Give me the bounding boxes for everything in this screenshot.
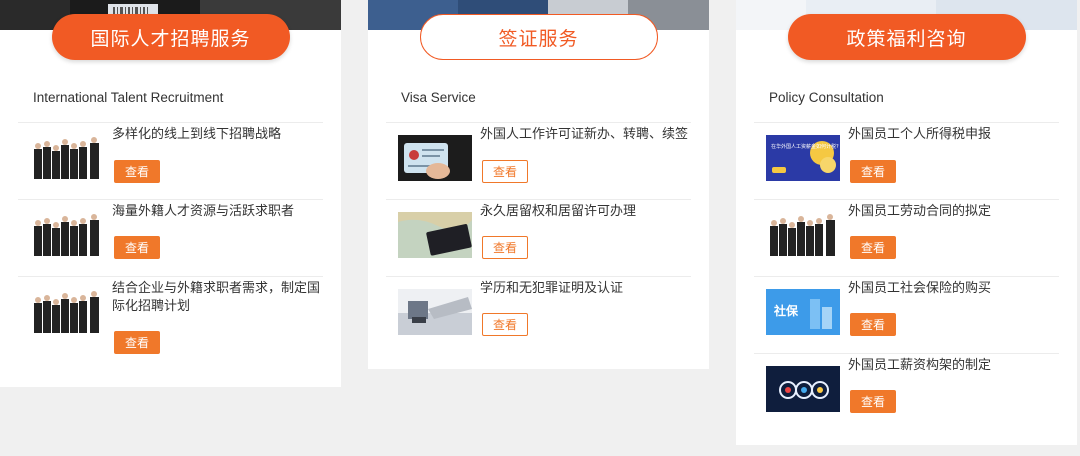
item-title: 外国员工劳动合同的拟定	[848, 204, 992, 219]
policy-subtitle: Policy Consultation	[769, 90, 884, 105]
list-item: 社保 外国员工社会保险的购买 查看	[754, 276, 1059, 353]
item-title: 外国员工个人所得税申报	[848, 127, 992, 142]
item-title: 外国员工社会保险的购买	[848, 281, 992, 296]
item-title: 结合企业与外籍求职者需求，制定国际化招聘计划	[112, 281, 321, 314]
list-item: 外国人工作许可证新办、转聘、续签 查看	[386, 122, 691, 199]
view-button[interactable]: 查看	[114, 331, 160, 354]
view-button[interactable]: 查看	[114, 160, 160, 183]
recruitment-title-pill[interactable]: 国际人才招聘服务	[51, 14, 290, 60]
view-button[interactable]: 查看	[114, 236, 160, 259]
social-insurance-graphic: 社保	[766, 289, 840, 335]
visa-title-pill[interactable]: 签证服务	[419, 14, 658, 60]
policy-title-pill[interactable]: 政策福利咨询	[787, 14, 1026, 60]
item-title: 多样化的线上到线下招聘战略	[112, 127, 282, 142]
team-photo	[766, 212, 840, 258]
list-item: 外国员工薪资构架的制定 查看	[754, 353, 1059, 430]
tax-thumb-text: 在华外国人工资薪金如何计税?	[771, 143, 839, 150]
item-title: 学历和无犯罪证明及认证	[480, 281, 624, 296]
view-button[interactable]: 查看	[482, 236, 528, 259]
team-photo	[30, 289, 104, 335]
recruitment-card: 国际人才招聘服务 International Talent Recruitmen…	[0, 0, 341, 387]
list-item: 在华外国人工资薪金如何计税? 外国员工个人所得税申报 查看	[754, 122, 1059, 199]
view-button[interactable]: 查看	[850, 313, 896, 336]
tax-graphic: 在华外国人工资薪金如何计税?	[766, 135, 840, 181]
social-insurance-thumb-text: 社保	[773, 303, 799, 318]
team-photo	[30, 135, 104, 181]
list-item: 海量外籍人才资源与活跃求职者 查看	[18, 199, 323, 276]
view-button[interactable]: 查看	[850, 236, 896, 259]
document-stamp-photo	[398, 289, 472, 335]
permit-card-photo	[398, 135, 472, 181]
item-title: 外国员工薪资构架的制定	[848, 358, 992, 373]
passport-photo	[398, 212, 472, 258]
list-item: 结合企业与外籍求职者需求，制定国际化招聘计划 查看	[18, 276, 323, 367]
item-title: 永久居留权和居留许可办理	[480, 204, 637, 219]
list-item: 学历和无犯罪证明及认证 查看	[386, 276, 691, 353]
item-title: 海量外籍人才资源与活跃求职者	[112, 204, 295, 219]
list-item: 多样化的线上到线下招聘战略 查看	[18, 122, 323, 199]
visa-subtitle: Visa Service	[401, 90, 476, 105]
recruitment-subtitle: International Talent Recruitment	[33, 90, 224, 105]
list-item: 永久居留权和居留许可办理 查看	[386, 199, 691, 276]
team-photo	[30, 212, 104, 258]
view-button[interactable]: 查看	[850, 390, 896, 413]
policy-card: 政策福利咨询 Policy Consultation 在华外国人工资薪金如何计税…	[736, 0, 1077, 445]
view-button[interactable]: 查看	[482, 313, 528, 336]
item-title: 外国人工作许可证新办、转聘、续签	[480, 127, 689, 142]
view-button[interactable]: 查看	[850, 160, 896, 183]
view-button[interactable]: 查看	[482, 160, 528, 183]
salary-graphic	[766, 366, 840, 412]
list-item: 外国员工劳动合同的拟定 查看	[754, 199, 1059, 276]
visa-card: 签证服务 Visa Service 外国人工作许可证新办、转聘、续签 查看 永久…	[368, 0, 709, 369]
